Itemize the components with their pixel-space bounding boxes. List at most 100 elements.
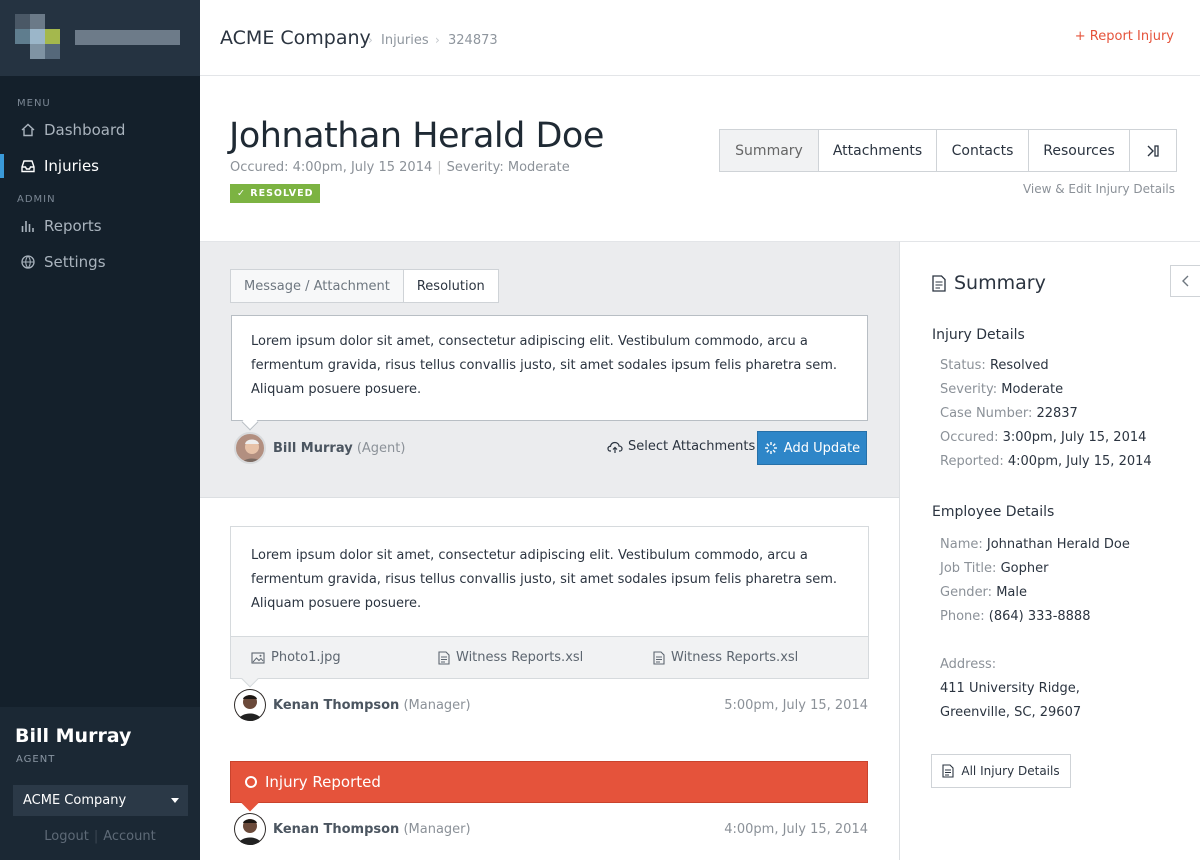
detail-key: Case Number: (940, 406, 1033, 421)
tab-summary[interactable]: Summary (720, 130, 819, 171)
sidebar-item-label: Settings (44, 253, 106, 271)
report-injury-button[interactable]: + Report Injury (1075, 29, 1174, 44)
company-title[interactable]: ACME Company (220, 27, 371, 49)
chevron-left-icon (1182, 275, 1189, 287)
inbox-icon (21, 160, 35, 173)
avatar (234, 813, 266, 845)
status-badge: ✓ RESOLVED (230, 184, 321, 203)
document-icon (932, 274, 946, 292)
select-attachments-button[interactable]: Select Attachments (607, 439, 755, 454)
logo[interactable] (0, 0, 200, 76)
page-title: Johnathan Herald Doe (229, 116, 604, 156)
detail-value: 3:00pm, July 15, 2014 (1002, 430, 1147, 445)
attachment-item[interactable]: Photo1.jpg (251, 650, 341, 665)
company-select[interactable]: ACME Company (13, 785, 188, 816)
sidebar-item-label: Dashboard (44, 121, 126, 139)
summary-panel: Summary Injury Details Status: Resolved … (899, 241, 1200, 860)
tab-contacts[interactable]: Contacts (937, 130, 1029, 171)
sidebar-item-injuries[interactable]: Injuries (0, 148, 200, 184)
user-box: Bill Murray AGENT ACME Company Logout | Ac… (0, 707, 200, 860)
attachment-item[interactable]: Witness Reports.xsl (438, 650, 583, 665)
detail-key: Severity: (940, 382, 998, 397)
view-edit-link[interactable]: View & Edit Injury Details (1023, 182, 1175, 196)
update-composer: Message / Attachment Resolution Lorem ip… (200, 242, 900, 498)
bar-chart-icon (21, 221, 34, 232)
avatar (234, 432, 266, 464)
document-icon (653, 650, 665, 665)
globe-icon (21, 255, 35, 269)
panel-title: Summary (932, 272, 1046, 294)
detail-value: Male (996, 585, 1027, 600)
sidebar: MENU Dashboard Injuries ADMIN Reports Se… (0, 0, 200, 860)
sidebar-item-reports[interactable]: Reports (0, 208, 200, 244)
message-text: Lorem ipsum dolor sit amet, consectetur … (251, 548, 838, 611)
account-link[interactable]: Account (103, 829, 156, 844)
detail-value: Gopher (1000, 561, 1049, 576)
breadcrumb-separator-icon: › (368, 33, 373, 47)
cloud-upload-icon (607, 441, 623, 453)
image-icon (251, 651, 265, 664)
breadcrumb-separator-icon: › (435, 33, 440, 47)
tab-resources[interactable]: Resources (1029, 130, 1130, 171)
injury-details-heading: Injury Details (932, 327, 1025, 343)
author-role: (Manager) (403, 698, 471, 713)
message-input[interactable]: Lorem ipsum dolor sit amet, consectetur … (231, 315, 868, 421)
all-injury-details-button[interactable]: All Injury Details (931, 754, 1071, 788)
injury-reported-event: Injury Reported (230, 761, 868, 803)
employee-details-heading: Employee Details (932, 504, 1055, 520)
sidebar-item-label: Reports (44, 217, 102, 235)
address-line-1: 411 University Ridge, (940, 681, 1080, 696)
tab-message-attachment[interactable]: Message / Attachment (230, 269, 404, 303)
attachment-name: Photo1.jpg (271, 650, 341, 665)
attachment-item[interactable]: Witness Reports.xsl (653, 650, 798, 665)
author-name: Bill Murray (273, 441, 353, 456)
company-select-value: ACME Company (23, 793, 127, 808)
admin-header: ADMIN (17, 194, 56, 205)
breadcrumb-injuries[interactable]: Injuries (381, 33, 429, 48)
attachment-name: Witness Reports.xsl (671, 650, 799, 665)
expand-right-icon (1147, 144, 1159, 157)
detail-row: Reported: 4:00pm, July 15, 2014 (940, 454, 1152, 469)
user-links: Logout | Account (0, 829, 200, 844)
message-author: Kenan Thompson (Manager) (273, 698, 471, 713)
collapse-panel-button[interactable] (1170, 265, 1200, 297)
detail-row: Job Title: Gopher (940, 561, 1048, 576)
detail-row: Gender: Male (940, 585, 1027, 600)
detail-key: Status: (940, 358, 986, 373)
author-name: Kenan Thompson (273, 822, 400, 837)
document-icon (438, 650, 450, 665)
detail-tabs: Summary Attachments Contacts Resources (719, 129, 1177, 172)
attachment-list: Photo1.jpg Witness Reports.xsl Witness R… (231, 636, 868, 678)
author-role: (Agent) (356, 441, 406, 456)
composer-author: Bill Murray (Agent) (273, 441, 405, 456)
detail-value: Resolved (989, 358, 1049, 373)
sidebar-item-label: Injuries (44, 157, 99, 175)
detail-value: (864) 333-8888 (988, 609, 1091, 624)
tab-attachments[interactable]: Attachments (819, 130, 937, 171)
detail-key: Occured: (940, 430, 999, 445)
detail-row: Occured: 3:00pm, July 15, 2014 (940, 430, 1146, 445)
add-update-button[interactable]: Add Update (757, 431, 867, 465)
sidebar-item-dashboard[interactable]: Dashboard (0, 112, 200, 148)
home-icon (21, 123, 35, 137)
add-update-label: Add Update (783, 440, 861, 456)
detail-key: Reported: (940, 454, 1004, 469)
logout-link[interactable]: Logout (44, 829, 89, 844)
event-timestamp: 4:00pm, July 15, 2014 (724, 822, 868, 837)
divider: | (437, 160, 442, 175)
document-icon (942, 764, 954, 778)
severity-text: Severity: Moderate (446, 160, 570, 175)
address-label: Address: (940, 657, 996, 672)
expand-panel-button[interactable] (1130, 130, 1176, 171)
tab-resolution[interactable]: Resolution (403, 269, 499, 303)
topbar: ACME Company › Injuries › 324873 + Repor… (200, 0, 1200, 76)
detail-row: Phone: (864) 333-8888 (940, 609, 1090, 624)
spinner-icon (764, 442, 777, 454)
detail-row: Case Number: 22837 (940, 406, 1078, 421)
sidebar-item-settings[interactable]: Settings (0, 244, 200, 280)
circle-icon (245, 776, 257, 788)
user-role: AGENT (16, 754, 56, 765)
menu-header: MENU (17, 98, 51, 109)
occured-text: Occured: 4:00pm, July 15 2014 (230, 160, 433, 175)
all-details-label: All Injury Details (961, 764, 1060, 778)
